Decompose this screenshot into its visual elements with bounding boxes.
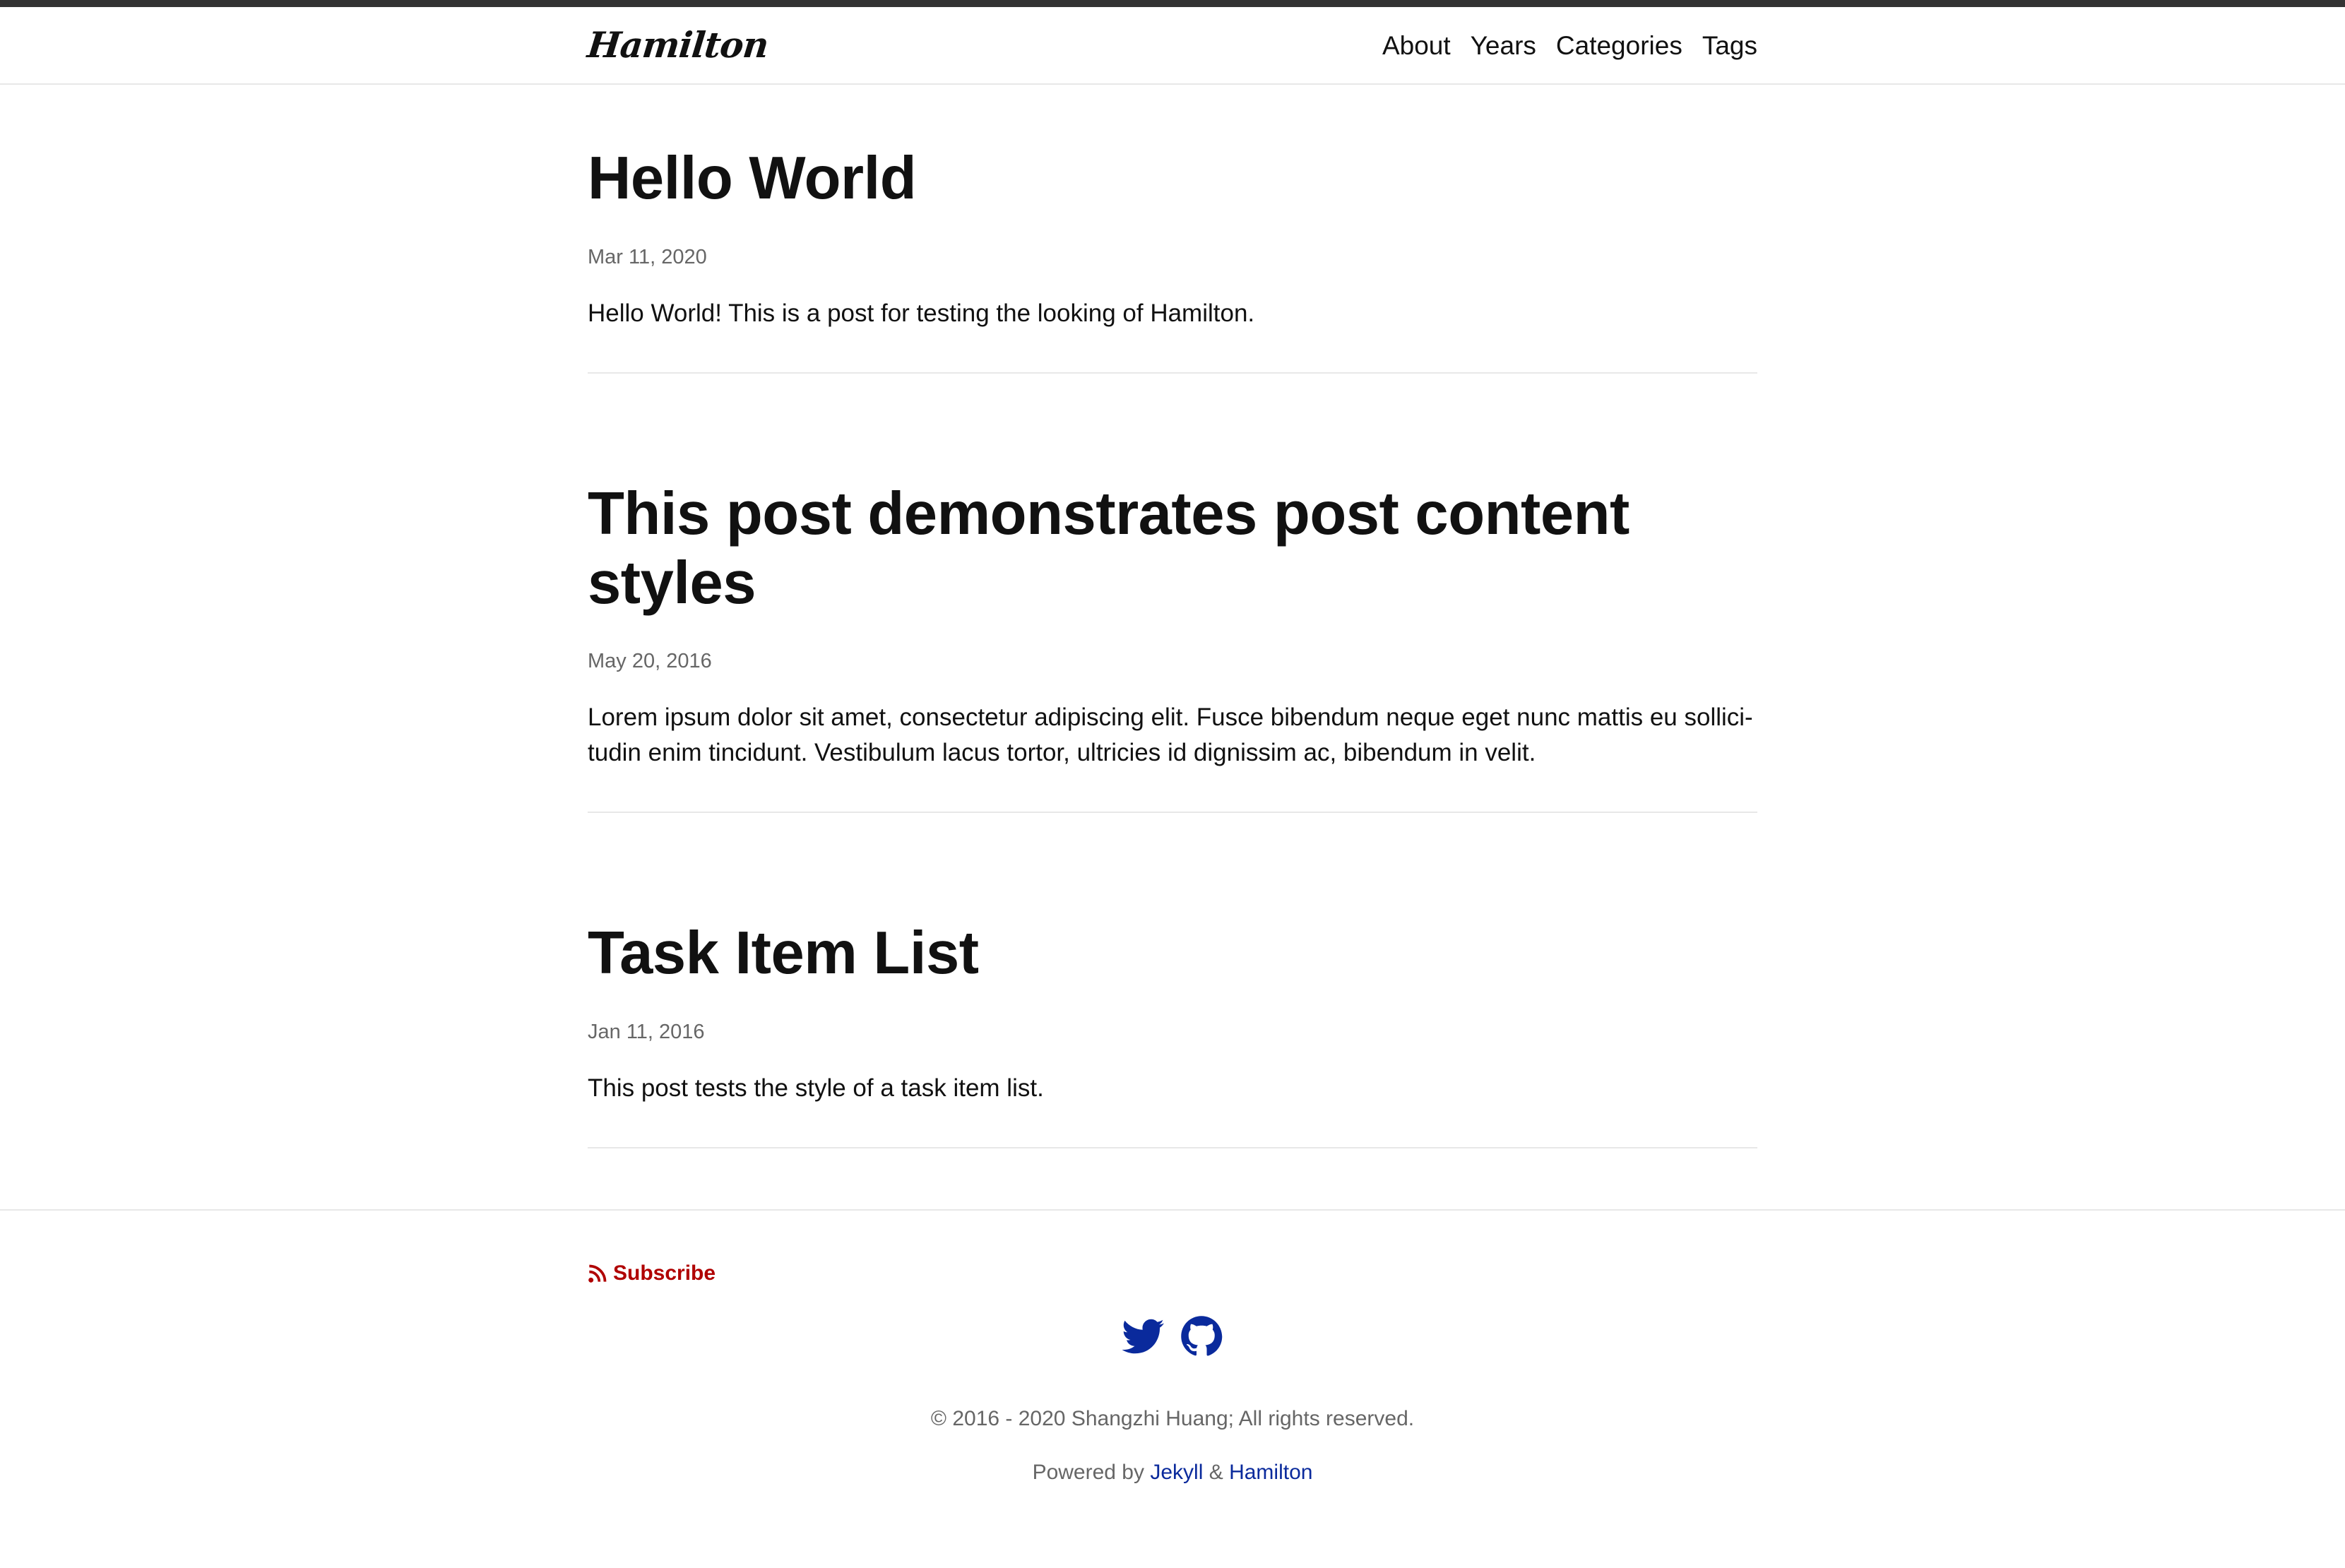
powered-by-label: Powered by (1032, 1461, 1144, 1484)
copyright-text: © 2016 - 2020 Shangzhi Huang; All rights… (930, 1407, 1415, 1430)
rss-icon (588, 1264, 607, 1283)
post-excerpt: Hello World! This is a post for testing … (588, 299, 1255, 327)
nav-link-categories[interactable]: Categories (1556, 31, 1682, 61)
nav-link-about[interactable]: About (1382, 31, 1451, 61)
post-excerpt: This post tests the style of a task item… (588, 1074, 1044, 1102)
site-header: Hamilton About Years Categories Tags (0, 7, 2345, 85)
ampersand-text: & (1209, 1461, 1223, 1484)
post-item: This post demonstrates post content styl… (588, 480, 1757, 814)
site-title-logo[interactable]: Hamilton (586, 24, 771, 66)
social-links (588, 1315, 1757, 1358)
site-nav: About Years Categories Tags (1382, 31, 1757, 61)
post-title-link[interactable]: Hello World (588, 144, 1757, 213)
footer-wrapper: Subscribe © 2016 - 2020 Shangzhi Huang; … (588, 1211, 1757, 1568)
post-list: Hello World Mar 11, 2020 Hello World! Th… (588, 85, 1757, 1148)
github-icon (1181, 1316, 1223, 1356)
subscribe-link[interactable]: Subscribe (588, 1261, 716, 1285)
subscribe-label: Subscribe (613, 1261, 716, 1285)
post-date: Jan 11, 2016 (588, 1021, 705, 1043)
post-date: Mar 11, 2020 (588, 245, 707, 268)
nav-link-tags[interactable]: Tags (1702, 31, 1757, 61)
post-item: Task Item List Jan 11, 2016 This post te… (588, 919, 1757, 1148)
top-accent-bar (0, 0, 2345, 7)
post-excerpt: Lorem ipsum dolor sit amet, consectetur … (588, 703, 1753, 767)
post-date: May 20, 2016 (588, 650, 712, 673)
powered-by-line: Powered by Jekyll & Hamilton (588, 1461, 1757, 1485)
post-item: Hello World Mar 11, 2020 Hello World! Th… (588, 144, 1757, 374)
nav-link-years[interactable]: Years (1471, 31, 1536, 61)
github-link[interactable] (1180, 1315, 1223, 1358)
site-footer: Subscribe © 2016 - 2020 Shangzhi Huang; … (0, 1209, 2345, 1568)
twitter-link[interactable] (1122, 1315, 1165, 1358)
hamilton-link[interactable]: Hamilton (1229, 1461, 1312, 1484)
post-title-link[interactable]: Task Item List (588, 919, 1757, 988)
jekyll-link[interactable]: Jekyll (1150, 1461, 1203, 1484)
post-title-link[interactable]: This post demonstrates post content styl… (588, 480, 1757, 618)
twitter-icon (1122, 1319, 1164, 1354)
